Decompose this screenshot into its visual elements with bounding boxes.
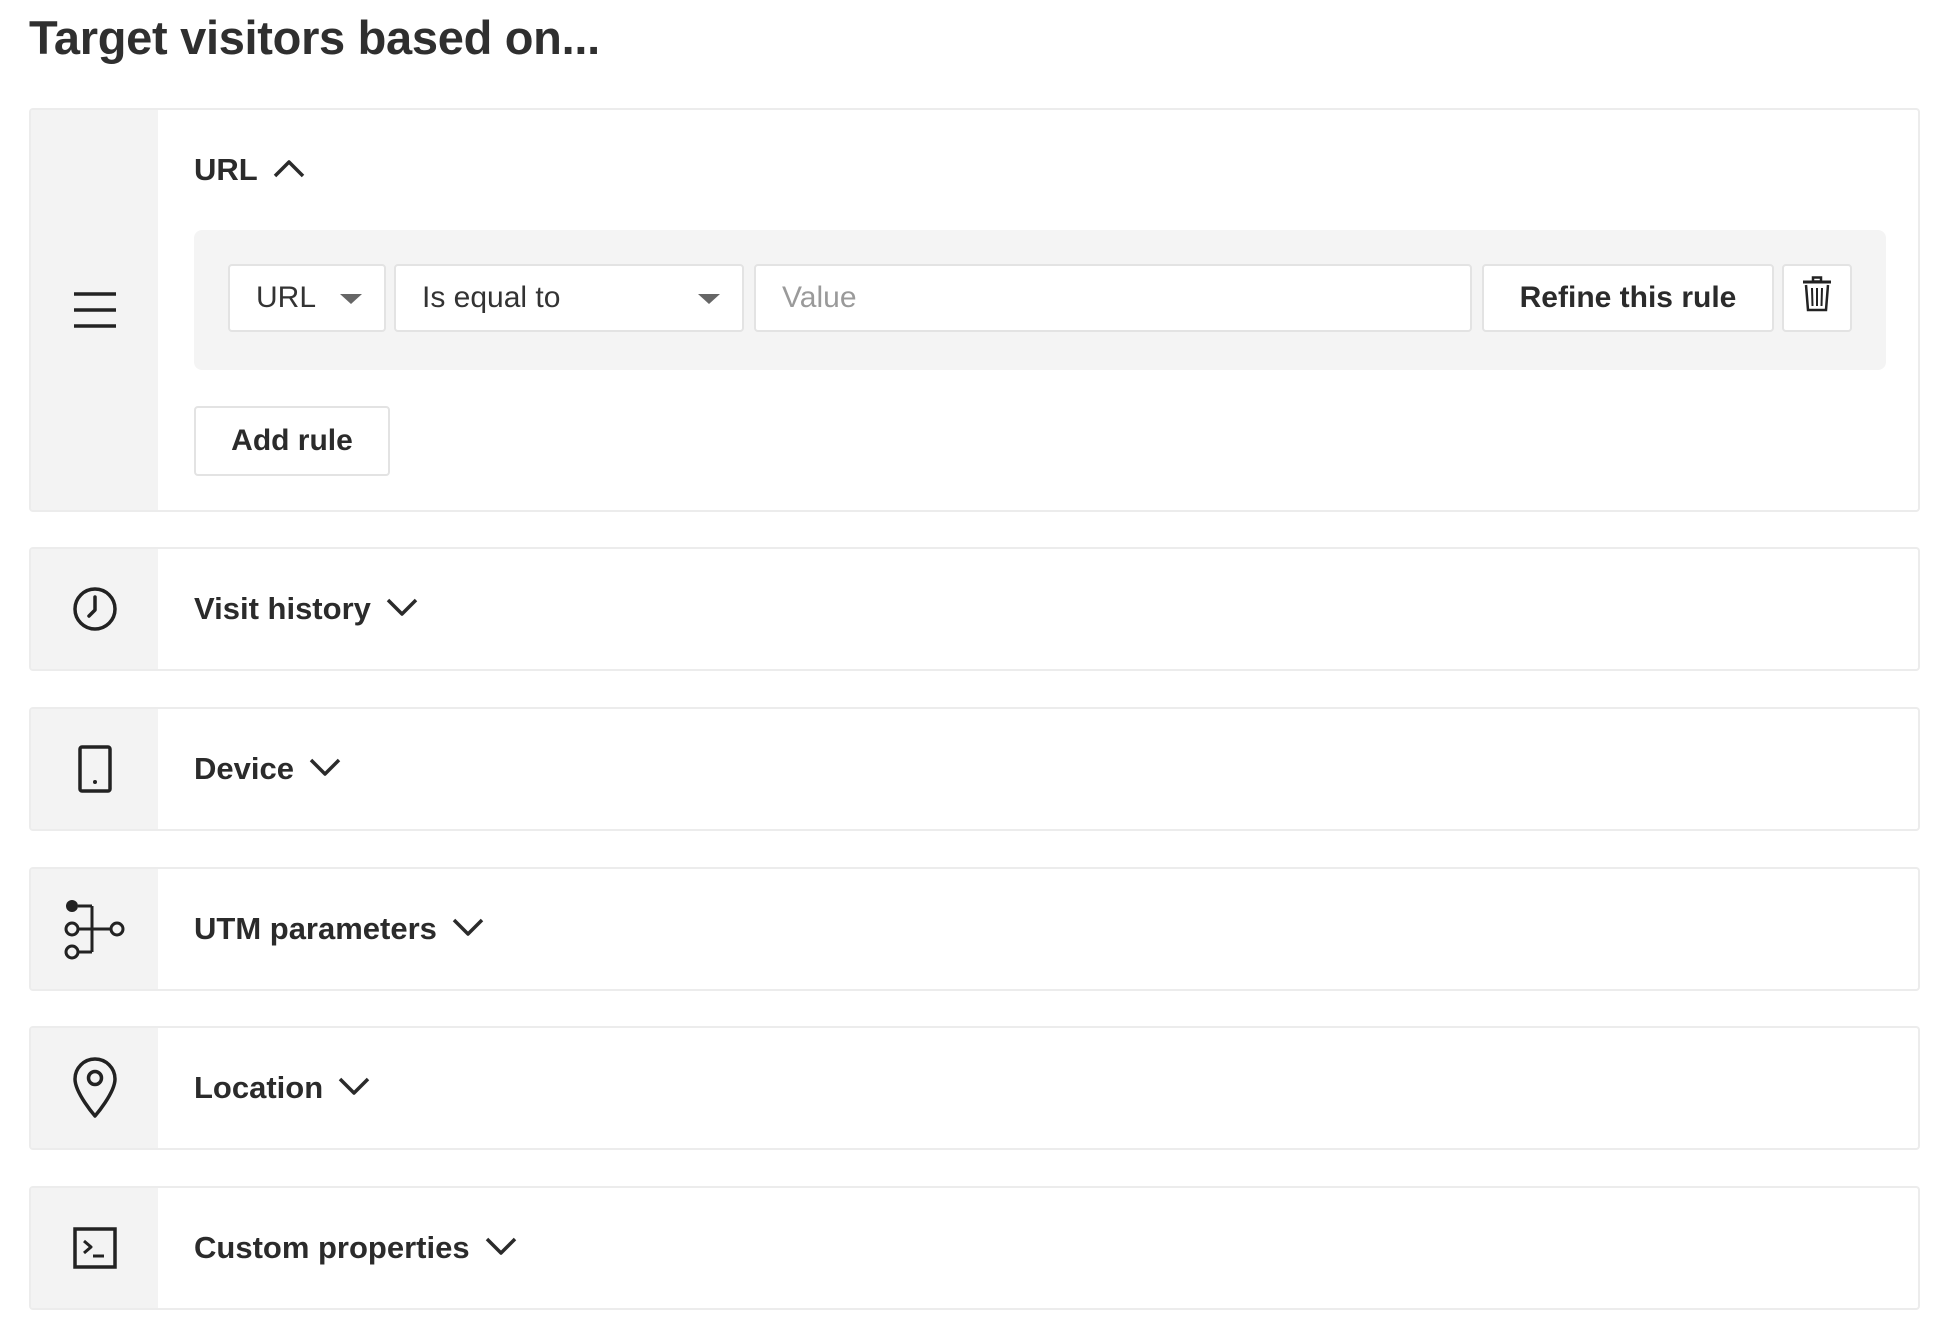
url-rule-row: URL Is equal to Refine this rule xyxy=(194,230,1886,370)
delete-rule-button[interactable] xyxy=(1782,264,1852,332)
chevron-down-icon[interactable] xyxy=(385,596,419,623)
location-section-title: Location xyxy=(194,1070,324,1105)
map-pin-icon xyxy=(72,1057,118,1119)
url-operator-select[interactable]: Is equal to xyxy=(394,264,744,332)
terminal-icon xyxy=(72,1227,117,1269)
utm-section-title: UTM parameters xyxy=(194,911,437,946)
custom-properties-section-header[interactable]: Custom properties xyxy=(194,1228,518,1268)
utm-section-header[interactable]: UTM parameters xyxy=(194,909,485,949)
location-section-header[interactable]: Location xyxy=(194,1068,371,1108)
device-icon-column xyxy=(31,709,158,829)
utm-branch-icon xyxy=(62,898,128,960)
custom-properties-section-title: Custom properties xyxy=(194,1230,470,1265)
url-value-input[interactable] xyxy=(754,264,1472,332)
url-field-select-value: URL xyxy=(256,281,317,314)
add-rule-button[interactable]: Add rule xyxy=(194,406,390,476)
trash-icon xyxy=(1802,276,1832,320)
chevron-up-icon[interactable] xyxy=(272,157,306,184)
location-section: Location xyxy=(29,1026,1920,1150)
utm-icon-column xyxy=(31,869,158,989)
url-section-icon-column xyxy=(31,110,158,510)
visit-history-icon-column xyxy=(31,549,158,669)
visit-history-section: Visit history xyxy=(29,547,1920,671)
chevron-down-icon[interactable] xyxy=(308,756,342,783)
caret-down-icon xyxy=(340,294,362,304)
chevron-down-icon[interactable] xyxy=(451,916,485,943)
url-section: URL URL Is equal to Refine this rule xyxy=(29,108,1920,512)
page-title: Target visitors based on... xyxy=(29,11,600,64)
clock-icon xyxy=(72,586,118,632)
url-operator-select-value: Is equal to xyxy=(422,281,561,314)
url-section-header[interactable]: URL xyxy=(194,150,306,190)
device-section: Device xyxy=(29,707,1920,831)
url-section-title: URL xyxy=(194,152,258,187)
location-icon-column xyxy=(31,1028,158,1148)
device-section-header[interactable]: Device xyxy=(194,749,342,789)
chevron-down-icon[interactable] xyxy=(337,1075,371,1102)
mobile-device-icon xyxy=(77,745,112,793)
url-field-select[interactable]: URL xyxy=(228,264,386,332)
chevron-down-icon[interactable] xyxy=(484,1235,518,1262)
utm-section: UTM parameters xyxy=(29,867,1920,991)
caret-down-icon xyxy=(698,294,720,304)
visit-history-section-title: Visit history xyxy=(194,591,371,626)
device-section-title: Device xyxy=(194,751,294,786)
refine-rule-button[interactable]: Refine this rule xyxy=(1482,264,1774,332)
menu-lines-icon xyxy=(72,290,118,330)
custom-properties-section: Custom properties xyxy=(29,1186,1920,1310)
custom-properties-icon-column xyxy=(31,1188,158,1308)
visit-history-section-header[interactable]: Visit history xyxy=(194,589,419,629)
